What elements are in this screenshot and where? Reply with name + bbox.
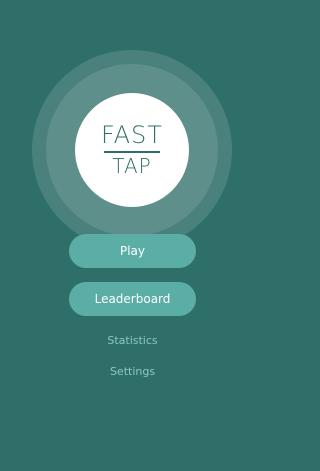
leaderboard-button-label: Leaderboard: [94, 292, 171, 306]
play-button-label: Play: [119, 244, 146, 258]
play-button[interactable]: Play: [69, 234, 196, 268]
logo-word-fast: FAST: [101, 121, 163, 149]
app-logo: FAST TAP: [75, 93, 189, 207]
settings-link[interactable]: Settings: [0, 365, 265, 378]
logo-divider: [104, 151, 160, 153]
statistics-link[interactable]: Statistics: [0, 334, 265, 347]
leaderboard-button[interactable]: Leaderboard: [69, 282, 196, 316]
logo-word-tap: TAP: [112, 154, 152, 178]
app-screen: FAST TAP Play Leaderboard Statistics Set…: [0, 0, 265, 471]
